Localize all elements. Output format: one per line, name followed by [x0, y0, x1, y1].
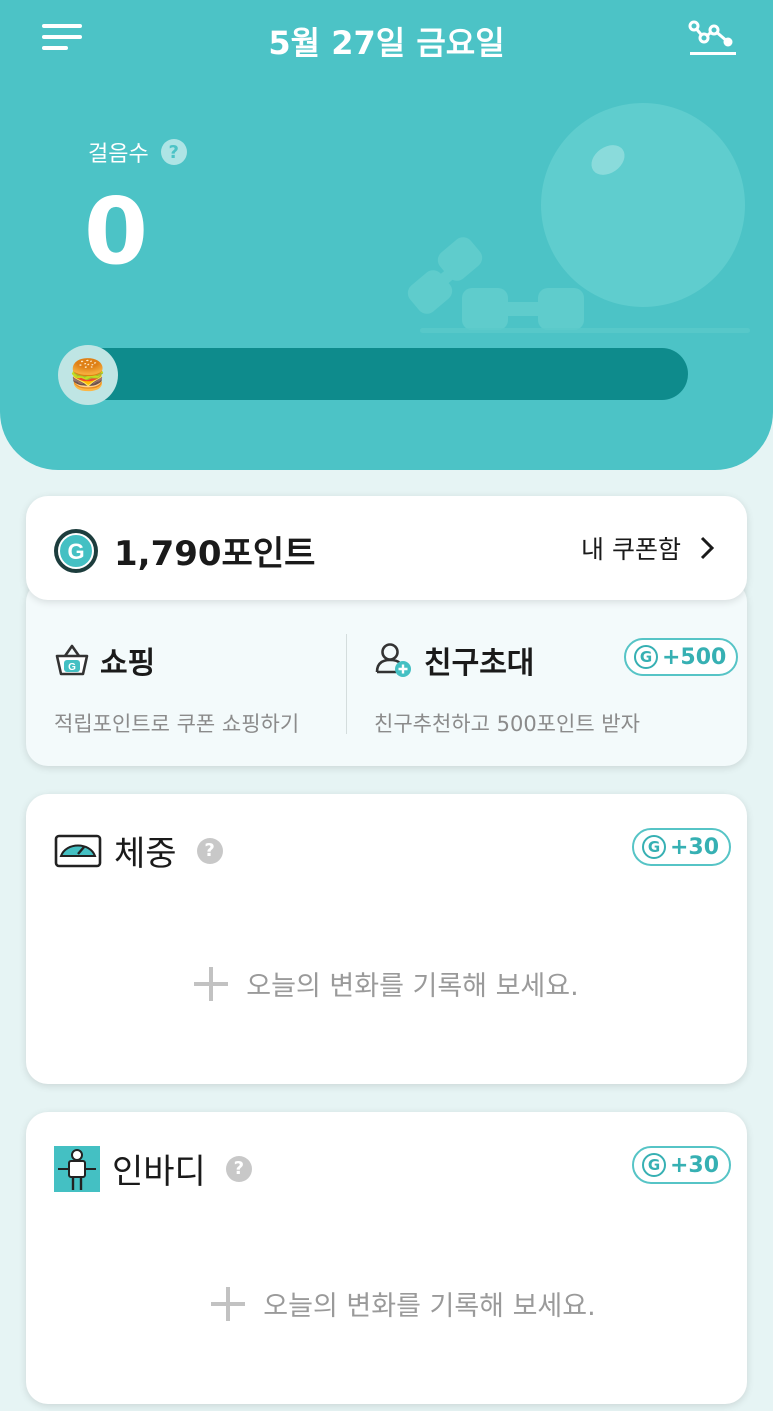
point-coin-icon: G	[642, 835, 666, 859]
steps-count: 0	[84, 178, 149, 285]
points-amount: 1,790포인트	[114, 534, 316, 574]
weight-title: 체중	[114, 834, 177, 874]
add-friend-icon	[375, 643, 411, 677]
add-weight-prompt: 오늘의 변화를 기록해 보세요.	[246, 971, 579, 1002]
steps-progress-bar	[60, 348, 688, 400]
weight-reward-value: +30	[670, 834, 720, 860]
invite-title: 친구초대	[424, 646, 535, 681]
add-inbody-record-button[interactable]: 오늘의 변화를 기록해 보세요.	[60, 1284, 747, 1323]
divider	[346, 634, 347, 734]
add-inbody-prompt: 오늘의 변화를 기록해 보세요.	[263, 1291, 596, 1322]
scale-icon	[54, 834, 102, 867]
shopping-icon-letter: G	[68, 662, 76, 673]
shopping-basket-icon: G	[55, 644, 89, 676]
plus-icon	[211, 1286, 246, 1321]
inbody-title: 인바디	[112, 1152, 206, 1192]
points-services-panel: G 쇼핑 적립포인트로 쿠폰 쇼핑하기 친구초대 친구추천하고 500포인트 받…	[26, 580, 747, 766]
add-weight-record-button[interactable]: 오늘의 변화를 기록해 보세요.	[26, 964, 747, 1003]
shopping-title-row: G 쇼핑	[54, 638, 354, 682]
invite-reward-value: +500	[662, 644, 727, 670]
inbody-reward-badge: G +30	[632, 1146, 732, 1184]
shopping-title: 쇼핑	[100, 646, 156, 681]
help-icon[interactable]: ?	[160, 139, 187, 165]
invite-reward-badge: G +500	[624, 638, 739, 676]
point-coin-icon: G	[634, 645, 658, 669]
shopping-subtitle: 적립포인트로 쿠폰 쇼핑하기	[54, 712, 300, 736]
points-summary-bar: G 1,790포인트 내 쿠폰함	[26, 496, 747, 600]
point-coin-letter: G	[67, 539, 84, 564]
point-coin-icon: G	[642, 1153, 666, 1177]
inbody-title-row: 인바디 ?	[54, 1144, 252, 1193]
help-icon[interactable]: ?	[225, 1155, 252, 1182]
my-coupons-link[interactable]: 내 쿠폰함	[581, 530, 715, 566]
weight-title-row: 체중 ?	[54, 826, 223, 875]
inbody-card: 인바디 ? G +30 오늘의 변화를 기록해 보세요.	[26, 1112, 747, 1404]
weight-card: 체중 ? G +30 오늘의 변화를 기록해 보세요.	[26, 794, 747, 1084]
body-composition-icon	[54, 1145, 100, 1192]
trend-graph-icon[interactable]	[688, 16, 738, 58]
help-icon[interactable]: ?	[196, 837, 223, 864]
point-coin-icon: G	[54, 528, 98, 573]
fitness-decoration-illustration	[407, 103, 750, 333]
inbody-reward-value: +30	[670, 1152, 720, 1178]
invite-subtitle: 친구추천하고 500포인트 받자	[374, 712, 640, 736]
steps-hero-panel: 5월 27일 금요일 걸음수 ? 0 🍔	[0, 0, 773, 470]
date-title[interactable]: 5월 27일 금요일	[0, 18, 773, 64]
my-coupons-label: 내 쿠폰함	[581, 535, 681, 564]
steps-label-row: 걸음수 ?	[88, 136, 187, 168]
chevron-right-icon	[700, 536, 715, 560]
burger-icon: 🍔	[58, 345, 118, 405]
weight-reward-badge: G +30	[632, 828, 732, 866]
plus-icon	[194, 966, 229, 1001]
steps-label: 걸음수	[88, 142, 149, 167]
shopping-link[interactable]: G 쇼핑 적립포인트로 쿠폰 쇼핑하기	[54, 620, 354, 740]
points-total: G 1,790포인트	[52, 526, 315, 575]
